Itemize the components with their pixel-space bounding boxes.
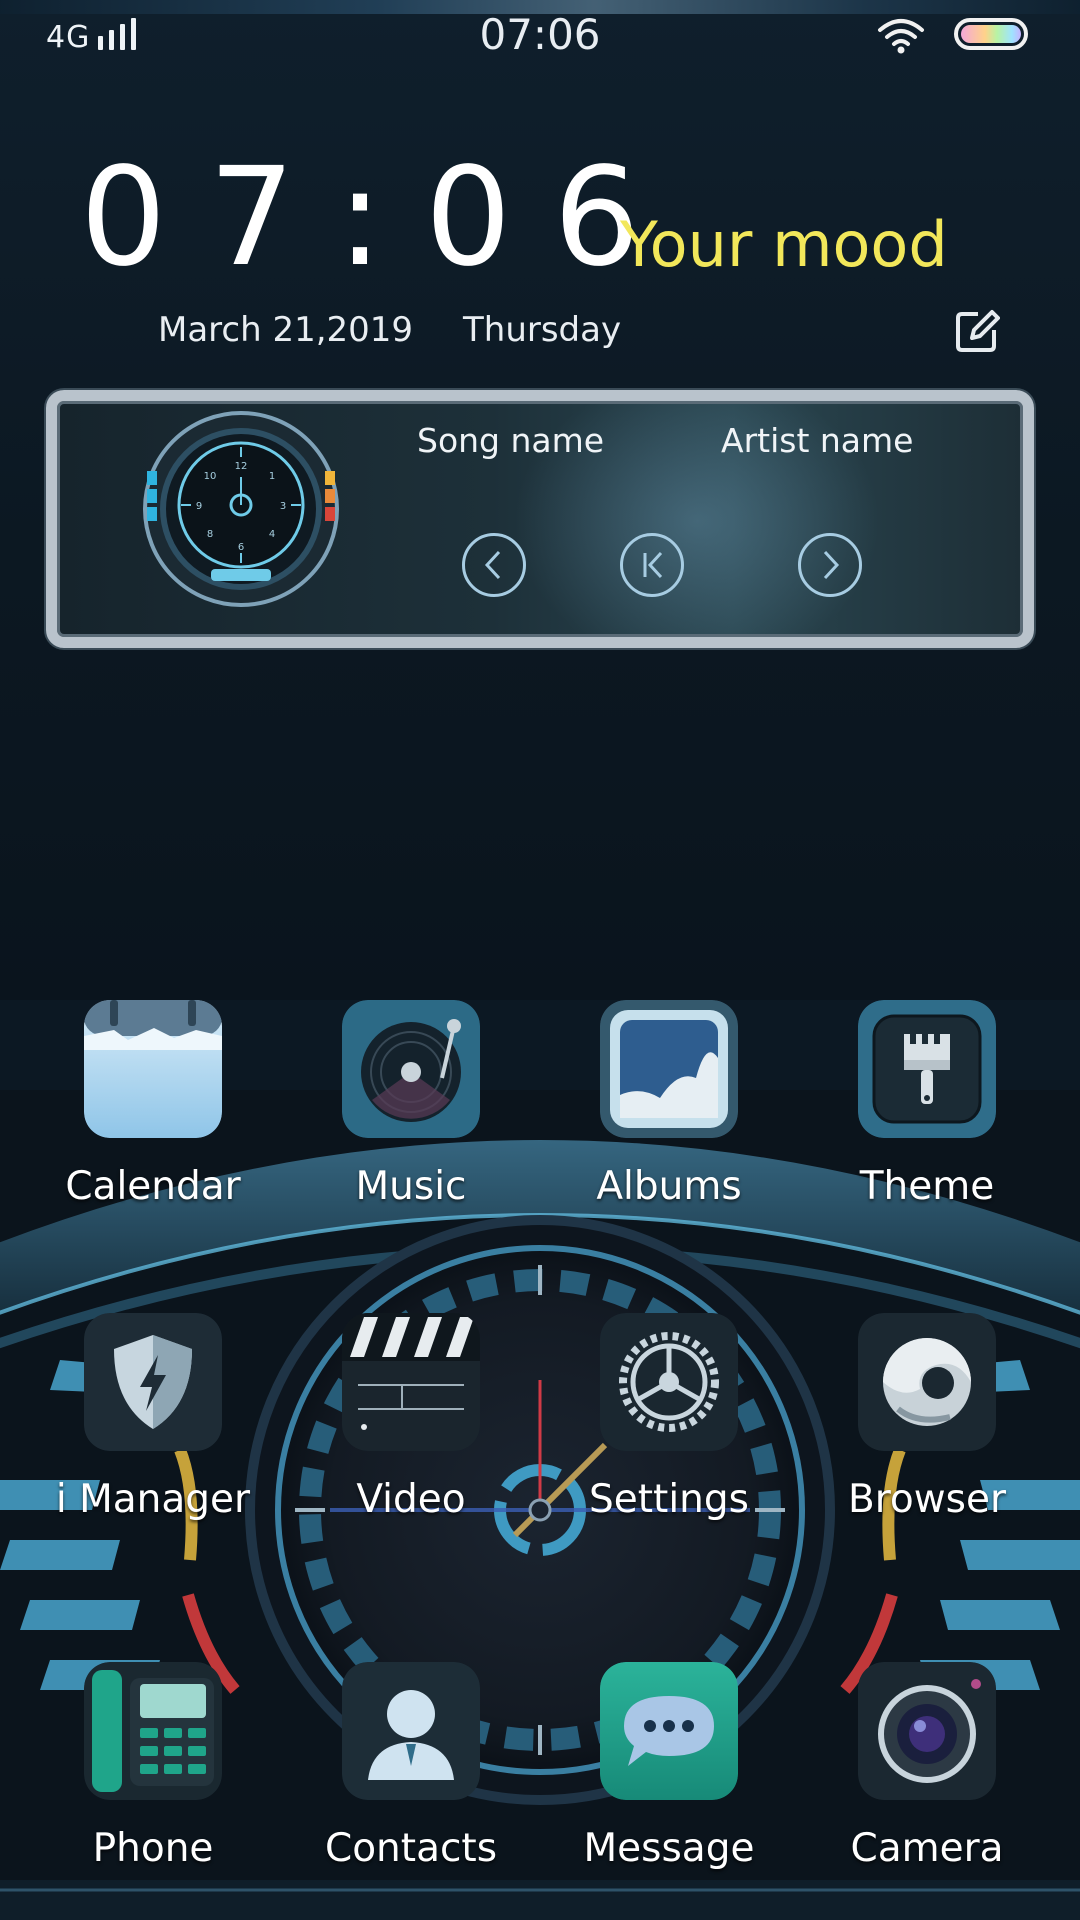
app-camera[interactable]: Camera	[792, 1662, 1050, 1872]
app-label: Calendar	[65, 1164, 241, 1209]
app-label: Video	[356, 1477, 466, 1522]
app-label: Camera	[850, 1826, 1004, 1871]
app-video[interactable]: Video	[276, 1313, 534, 1523]
music-widget: 12 1 3 4 6 8 9 10 Song name Artist name	[46, 390, 1034, 648]
battery-icon	[954, 18, 1028, 50]
svg-text:8: 8	[207, 529, 213, 540]
app-phone[interactable]: Phone	[18, 1662, 276, 1872]
shield-icon	[84, 1313, 222, 1451]
app-calendar[interactable]: Calendar	[18, 1000, 276, 1210]
chevron-right-icon	[823, 550, 840, 580]
gear-icon	[600, 1313, 738, 1451]
app-music[interactable]: Music	[276, 1000, 534, 1210]
clapperboard-icon	[342, 1313, 480, 1451]
chevron-left-icon	[484, 550, 501, 580]
next-button[interactable]	[798, 533, 862, 597]
message-icon	[600, 1662, 738, 1800]
status-bar: 4G 07:06	[0, 0, 1080, 70]
app-label: Contacts	[324, 1826, 498, 1871]
app-message[interactable]: Message	[534, 1662, 792, 1872]
theme-icon	[858, 1000, 996, 1138]
svg-text:3: 3	[280, 501, 286, 512]
svg-text:12: 12	[235, 461, 248, 472]
music-icon	[342, 1000, 480, 1138]
artist-name: Artist name	[721, 421, 914, 460]
clock-widget-time[interactable]: 07:06	[80, 150, 682, 286]
song-name: Song name	[417, 421, 605, 460]
phone-icon	[84, 1662, 222, 1800]
play-pause-button[interactable]	[620, 533, 684, 597]
app-label: Music	[355, 1164, 467, 1209]
svg-text:6: 6	[238, 542, 244, 553]
weekday-text: Thursday	[463, 310, 622, 350]
svg-text:4: 4	[269, 529, 275, 540]
mood-text[interactable]: Your mood	[620, 208, 948, 281]
app-label: i Manager	[55, 1477, 251, 1522]
app-label: Message	[583, 1826, 755, 1871]
app-settings[interactable]: Settings	[534, 1313, 792, 1523]
app-label: Settings	[589, 1477, 749, 1522]
app-i-manager[interactable]: i Manager	[18, 1313, 276, 1523]
app-theme[interactable]: Theme	[792, 1000, 1050, 1210]
app-label: Albums	[596, 1164, 742, 1209]
previous-button[interactable]	[462, 533, 526, 597]
svg-text:10: 10	[204, 471, 217, 482]
app-contacts[interactable]: Contacts	[276, 1662, 534, 1872]
date-text: March 21,2019	[158, 310, 414, 350]
albums-icon	[600, 1000, 738, 1138]
contacts-icon	[342, 1662, 480, 1800]
app-label: Browser	[847, 1477, 1007, 1522]
wifi-icon	[878, 19, 924, 54]
play-skip-icon	[643, 551, 663, 579]
svg-text:9: 9	[196, 501, 202, 512]
browser-icon	[858, 1313, 996, 1451]
app-label: Theme	[859, 1164, 995, 1209]
album-art-gauge[interactable]: 12 1 3 4 6 8 9 10	[141, 409, 341, 609]
edit-icon[interactable]	[954, 308, 1000, 354]
app-browser[interactable]: Browser	[792, 1313, 1050, 1523]
app-albums[interactable]: Albums	[534, 1000, 792, 1210]
app-label: Phone	[92, 1826, 214, 1871]
svg-text:1: 1	[269, 471, 275, 482]
calendar-icon	[84, 1000, 222, 1138]
camera-icon	[858, 1662, 996, 1800]
